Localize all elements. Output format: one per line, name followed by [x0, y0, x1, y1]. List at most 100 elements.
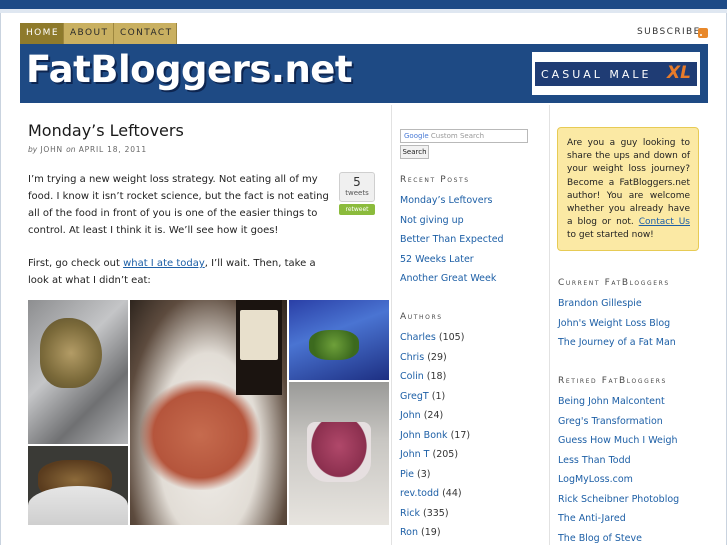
promo-text: Are you a guy looking to share the ups a…: [567, 137, 690, 243]
blogger-link[interactable]: Rick Scheibner Photoblog: [558, 494, 679, 514]
blogger-link[interactable]: The Blog of Steve: [558, 533, 679, 552]
post-body: I’m trying a new weight loss strategy. N…: [28, 171, 332, 305]
author-name[interactable]: John Bonk: [400, 430, 448, 441]
author-count: (3): [417, 469, 430, 480]
author-item: Colin (18): [400, 371, 470, 391]
recent-post-item[interactable]: Not giving up: [400, 215, 504, 235]
sidebar-divider-1: [391, 105, 392, 545]
retired-fatbloggers-list: Being John Malcontent Greg's Transformat…: [558, 396, 679, 552]
author-item: rev.todd (44): [400, 488, 470, 508]
blogger-link[interactable]: Guess How Much I Weigh: [558, 435, 679, 455]
author-count: (335): [423, 508, 449, 519]
author-name[interactable]: rev.todd: [400, 488, 439, 499]
blogger-link[interactable]: The Anti-Jared: [558, 513, 679, 533]
contact-us-link[interactable]: Contact Us: [639, 217, 690, 227]
author-item: GregT (1): [400, 391, 470, 411]
meta-date: APRIL 18, 2011: [79, 145, 147, 154]
recent-posts-heading: Recent Posts: [400, 175, 470, 185]
nav-home[interactable]: HOME: [20, 23, 64, 44]
meta-by: by: [28, 145, 37, 154]
blogger-link[interactable]: John's Weight Loss Blog: [558, 318, 676, 338]
author-item: John Bonk (17): [400, 430, 470, 450]
subscribe-link[interactable]: SUBSCRIBE: [637, 27, 701, 37]
author-count: (29): [427, 352, 447, 363]
author-name[interactable]: GregT: [400, 391, 429, 402]
author-promo-box: Are you a guy looking to share the ups a…: [557, 127, 699, 251]
author-name[interactable]: Ron: [400, 527, 418, 538]
current-fatbloggers-list: Brandon Gillespie John's Weight Loss Blo…: [558, 298, 676, 357]
main-nav: HOME ABOUT CONTACT: [20, 23, 177, 44]
recent-post-item[interactable]: Another Great Week: [400, 273, 504, 293]
top-bar: [0, 0, 727, 9]
author-count: (44): [442, 488, 462, 499]
blogger-link[interactable]: Greg's Transformation: [558, 416, 679, 436]
search-placeholder: Custom Search: [431, 132, 484, 140]
site-logo[interactable]: FatBloggers.net: [26, 48, 352, 91]
author-count: (24): [424, 410, 444, 421]
google-brand: Google: [404, 132, 429, 140]
author-name[interactable]: Charles: [400, 332, 436, 343]
blogger-link[interactable]: LogMyLoss.com: [558, 474, 679, 494]
retweet-button[interactable]: retweet: [339, 204, 375, 215]
promo-body: Are you a guy looking to share the ups a…: [567, 138, 690, 227]
photo-leftover-foil[interactable]: [28, 300, 128, 444]
recent-posts-list: Monday’s Leftovers Not giving up Better …: [400, 195, 504, 293]
blogger-link[interactable]: Brandon Gillespie: [558, 298, 676, 318]
authors-list: Charles (105) Chris (29) Colin (18) Greg…: [400, 332, 470, 547]
author-count: (105): [439, 332, 465, 343]
author-name[interactable]: Pie: [400, 469, 414, 480]
retired-fatbloggers-heading: Retired FatBloggers: [558, 376, 667, 386]
author-item: Ron (19): [400, 527, 470, 547]
search-input[interactable]: Google Custom Search: [400, 129, 528, 143]
recent-post-item[interactable]: Better Than Expected: [400, 234, 504, 254]
search-button[interactable]: Search: [400, 145, 429, 159]
post-meta: by JOHN on APRIL 18, 2011: [28, 145, 147, 154]
blogger-link[interactable]: The Journey of a Fat Man: [558, 337, 676, 357]
post-paragraph-1: I’m trying a new weight loss strategy. N…: [28, 171, 332, 239]
photo-collage: [28, 300, 389, 525]
author-count: (205): [433, 449, 459, 460]
bottle-label: [240, 310, 278, 360]
author-count: (1): [432, 391, 445, 402]
ad-text: CASUAL MALE: [541, 68, 651, 81]
meta-author[interactable]: JOHN: [40, 145, 63, 154]
ad-banner: CASUAL MALE XL: [535, 62, 697, 86]
photo-spaghetti-plate[interactable]: [130, 300, 287, 525]
beer-bottle: [236, 300, 282, 395]
para2-before: First, go check out: [28, 258, 123, 269]
nav-about[interactable]: ABOUT: [64, 23, 114, 44]
author-name[interactable]: John T: [400, 449, 429, 460]
photo-leftover-plate[interactable]: [28, 446, 128, 525]
blogger-link[interactable]: Being John Malcontent: [558, 396, 679, 416]
author-name[interactable]: Rick: [400, 508, 420, 519]
sidebar-divider-2: [549, 105, 550, 545]
author-name[interactable]: Chris: [400, 352, 424, 363]
meta-on: on: [66, 145, 75, 154]
photo-lunch-container[interactable]: [289, 300, 389, 380]
post-title[interactable]: Monday’s Leftovers: [28, 121, 184, 140]
author-name[interactable]: Colin: [400, 371, 424, 382]
author-item: Charles (105): [400, 332, 470, 352]
recent-post-item[interactable]: 52 Weeks Later: [400, 254, 504, 274]
tweet-widget: 5 tweets retweet: [339, 172, 375, 216]
photo-yogurt-cup[interactable]: [289, 382, 389, 525]
ad-xl: XL: [667, 63, 691, 83]
tweet-label: tweets: [340, 189, 374, 197]
rss-icon[interactable]: [698, 28, 708, 38]
recent-post-item[interactable]: Monday’s Leftovers: [400, 195, 504, 215]
author-item: John T (205): [400, 449, 470, 469]
promo-after: to get started now!: [567, 230, 654, 240]
what-i-ate-link[interactable]: what I ate today: [123, 258, 205, 269]
author-count: (18): [427, 371, 447, 382]
casual-male-ad[interactable]: CASUAL MALE XL: [532, 52, 700, 95]
author-item: Rick (335): [400, 508, 470, 528]
current-fatbloggers-heading: Current FatBloggers: [558, 278, 670, 288]
author-item: John (24): [400, 410, 470, 430]
author-count: (19): [421, 527, 441, 538]
tweet-count: 5: [340, 175, 374, 189]
author-name[interactable]: John: [400, 410, 421, 421]
authors-heading: Authors: [400, 312, 443, 322]
nav-contact[interactable]: CONTACT: [114, 23, 177, 44]
blogger-link[interactable]: Less Than Todd: [558, 455, 679, 475]
post-paragraph-2: First, go check out what I ate today, I’…: [28, 255, 332, 289]
